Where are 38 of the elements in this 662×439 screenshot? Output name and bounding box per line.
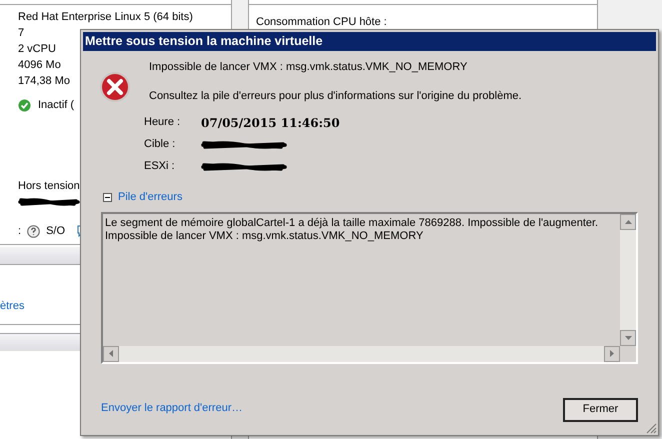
cpu-label: Consommation CPU hôte : [255, 15, 388, 30]
detail-value: 7 [18, 26, 24, 41]
power-state: Hors tension [18, 178, 80, 194]
field-label: Heure : [144, 115, 182, 130]
collapse-toggle[interactable] [103, 192, 112, 202]
error-hint: Consultez la pile d'erreurs pour plus d'informations sur l'origine du problème. [149, 88, 522, 104]
scroll-right-button[interactable] [604, 346, 620, 362]
up-arrow-icon [624, 220, 632, 224]
detail-value: 174,38 Mo [18, 74, 70, 89]
status-value: S/O [46, 224, 66, 239]
close-button[interactable]: Fermer [563, 398, 638, 422]
left-arrow-icon [109, 350, 113, 357]
field-label: ESXi : [144, 159, 176, 174]
dialog-title: Mettre sous tension la machine virtuelle [85, 33, 323, 50]
detail-value: 2 vCPU [18, 42, 56, 57]
field-value: 07/05/2015 11:46:50 [201, 114, 340, 132]
redaction-mark [18, 197, 80, 207]
error-line: Impossible de lancer VMX : msg.vmk.status.VMK_NO_MEMORY [105, 230, 424, 242]
status-text: Inactif ( [38, 98, 74, 113]
error-line: Le segment de mémoire globalCartel-1 a déjà la taille maximale 7869288. Impossible de l'augmenter. [105, 216, 600, 230]
horizontal-scrollbar[interactable] [103, 346, 620, 362]
settings-link[interactable]: ètres [0, 298, 24, 314]
field-label: Cible : [144, 137, 176, 152]
scroll-down-button[interactable] [620, 330, 636, 346]
right-arrow-icon [610, 350, 614, 357]
scroll-left-button[interactable] [103, 346, 119, 362]
vertical-scrollbar[interactable] [620, 214, 636, 346]
detail-value: Red Hat Enterprise Linux 5 (64 bits) [18, 10, 193, 25]
error-stack-box[interactable]: Le segment de mémoire globalCartel-1 a déjà la taille maximale 7869288. Impossible de l'augmenter. Impossible de lancer VMX : msg.vmk.status.VMK_NO_MEMORY [101, 212, 638, 364]
error-message: Impossible de lancer VMX : msg.vmk.status.VMK_NO_MEMORY [149, 60, 468, 75]
error-stack-link[interactable]: Pile d'erreurs [118, 189, 182, 206]
help-icon [27, 224, 40, 238]
scroll-up-button[interactable] [620, 214, 636, 230]
down-arrow-icon [624, 336, 632, 340]
report-link[interactable]: Envoyer le rapport d'erreur… [101, 400, 242, 417]
detail-value: 4096 Mo [18, 58, 61, 73]
error-icon [99, 71, 131, 103]
separator-text: : [18, 224, 22, 239]
